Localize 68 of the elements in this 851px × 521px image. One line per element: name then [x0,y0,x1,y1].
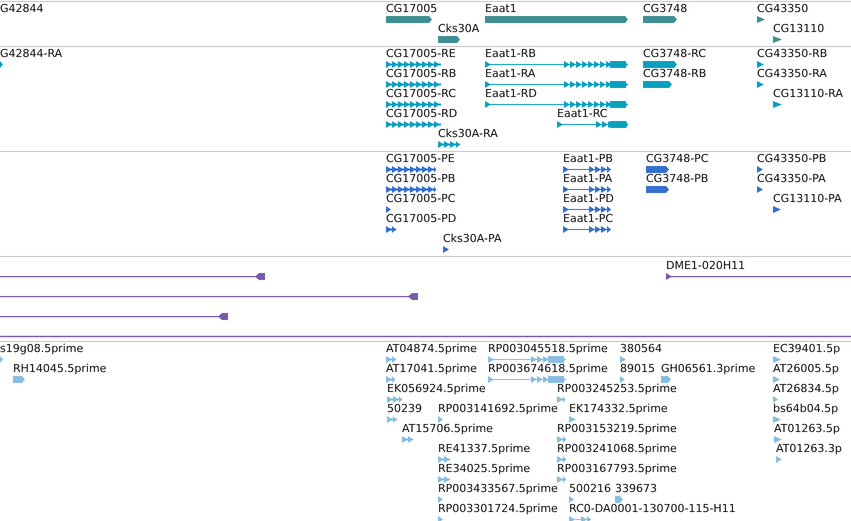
feature-label: G42844 [0,2,44,15]
feature-label: AT26005.5p [773,362,839,375]
feature-label: RP003167793.5prime [557,462,677,475]
feature-label: Eaat1-PB [563,152,613,165]
feature-label: CG17005-PC [386,192,456,205]
feature-label: RP003045518.5prime [488,342,608,355]
feature-label: RC0-DA0001-130700-115-H11 [569,502,736,515]
feature-label: RP003301724.5prime [438,502,558,515]
feature-label: RP003674618.5prime [488,362,608,375]
feature-label: CG13110-RA [773,87,843,100]
feature-label: CG3748-PC [646,152,708,165]
feature-label: 89015 [620,362,655,375]
feature-label: Eaat1 [485,2,517,15]
feature-label: CG17005-RE [386,47,456,60]
feature-label: AT17041.5prime [386,362,477,375]
feature-label: EC39401.5p [773,342,840,355]
feature-label: AT01263.3p [776,442,842,455]
feature-label: Eaat1-RC [557,107,608,120]
feature-label: CG13110-PA [773,192,842,205]
feature-label: G42844-RA [0,47,62,60]
feature-label: CG17005 [386,2,438,15]
feature-label: CG17005-RD [386,107,458,120]
feature-label: DME1-020H11 [666,259,746,272]
feature-label: RE34025.5prime [438,462,530,475]
feature-label: bs64b04.5p [773,402,838,415]
feature-label: CG43350-RA [757,67,827,80]
feature-label: CG17005-RC [386,87,456,100]
feature-label: CG3748-RB [643,67,706,80]
feature-label: Eaat1-PC [563,212,614,225]
feature-label: CG43350 [757,2,808,15]
feature-label: AT04874.5prime [386,342,477,355]
feature-label: RP003433567.5prime [438,482,558,495]
feature-label: RP003241068.5prime [557,442,677,455]
feature-label: CG17005-PE [386,152,455,165]
feature-label: RH14045.5prime [13,362,106,375]
feature-label: GH06561.3prime [661,362,756,375]
feature-label: Cks30A-RA [438,127,498,140]
feature-label: CG43350-PB [757,152,826,165]
feature-label: Cks30A-PA [443,232,502,245]
feature-label: Cks30A [438,22,480,35]
feature-label: AT15706.5prime [402,422,493,435]
feature-label: Eaat1-PA [563,172,612,185]
feature-label: s19g08.5prime [0,342,84,355]
feature-label: 500216 [569,482,611,495]
feature-label: RP003245253.5prime [557,382,677,395]
feature-label: CG3748-PB [646,172,708,185]
feature-label: EK056924.5prime [387,382,486,395]
feature-label: RE41337.5prime [438,442,530,455]
feature-label: Eaat1-RD [485,87,537,100]
feature-label: CG13110 [773,22,824,35]
feature-label: CG17005-PB [386,172,456,185]
feature-label: CG3748-RC [643,47,706,60]
feature-label: CG3748 [643,2,688,15]
feature-label: 50239 [387,402,422,415]
feature-label: AT26834.5p [773,382,839,395]
feature-label: EK174332.5prime [569,402,668,415]
feature-label: 380564 [620,342,662,355]
feature-label: 339673 [615,482,657,495]
feature-label: RP003153219.5prime [557,422,677,435]
feature-label: Eaat1-RA [485,67,536,80]
feature-label: Eaat1-RB [485,47,536,60]
feature-label: RP003141692.5prime [438,402,558,415]
feature-label: CG43350-PA [757,172,826,185]
feature-label: CG17005-RB [386,67,456,80]
feature-label: CG17005-PD [386,212,456,225]
feature-label: AT01263.5p [774,422,840,435]
feature-label: CG43350-RB [757,47,828,60]
feature-label: Eaat1-PD [563,192,614,205]
